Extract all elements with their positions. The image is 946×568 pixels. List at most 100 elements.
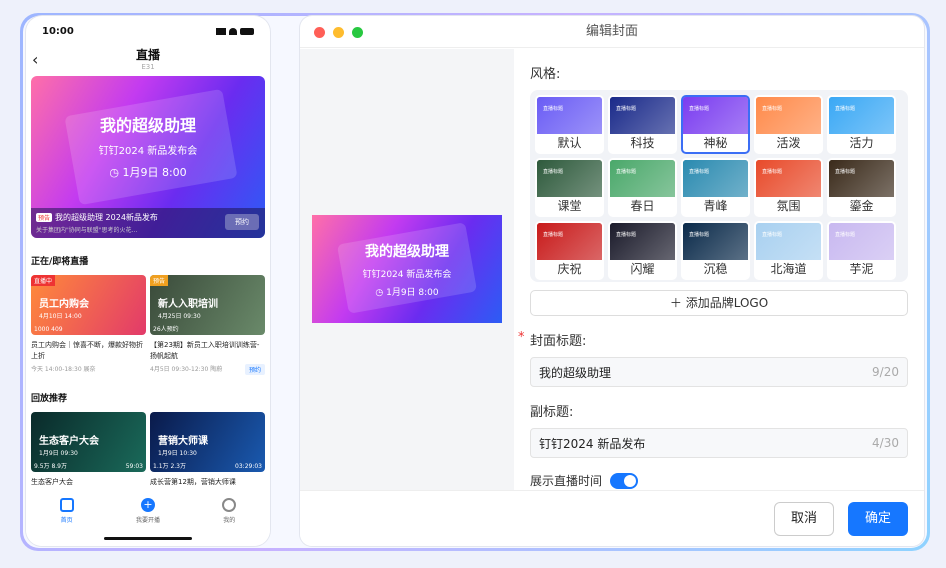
style-option[interactable]: 直播标题 春日: [608, 158, 677, 217]
style-thumbnail-text: 直播标题: [835, 106, 856, 112]
style-option[interactable]: 直播标题默认: [535, 95, 604, 154]
hero-banner[interactable]: 我的超级助理 钉钉2024 新品发布会 ◷ 1月9日 8:00 预告 我的超级助理…: [31, 76, 265, 238]
style-thumbnail: 直播标题: [537, 223, 602, 260]
minimize-icon[interactable]: [333, 27, 344, 38]
style-option[interactable]: 直播标题北海道: [754, 221, 823, 280]
style-option[interactable]: 直播标题 闪耀: [608, 221, 677, 280]
title-bar: 编辑封面: [300, 16, 924, 48]
status-bar: 10:00: [26, 16, 270, 46]
style-option[interactable]: 直播标题课堂: [535, 158, 604, 217]
subtitle-input[interactable]: 钉钉2024 新品发布 4/30: [530, 428, 908, 458]
preview-subtitle: 钉钉2024 新品发布会: [362, 270, 452, 280]
subtitle-count: 4/30: [872, 436, 899, 450]
home-indicator: [104, 537, 192, 540]
show-time-toggle[interactable]: [610, 472, 639, 489]
style-option[interactable]: 直播标题 活力: [827, 95, 896, 154]
style-name: 默认: [557, 136, 582, 150]
signal-icon: [216, 27, 226, 35]
tab-home[interactable]: 首页: [37, 498, 97, 546]
style-option[interactable]: 直播标题 鎏金: [827, 158, 896, 217]
cover-title-input[interactable]: 我的超级助理 9/20: [530, 357, 908, 387]
replay-item-duration: 59:03: [125, 463, 143, 470]
footer: 取消 确定: [300, 490, 924, 546]
style-thumbnail-text: 直播标题: [835, 232, 856, 238]
style-name: 科技: [630, 136, 655, 150]
style-name: 课堂: [557, 199, 582, 213]
style-option[interactable]: 直播标题 芋泥: [827, 221, 896, 280]
live-item[interactable]: 直播中 员工内购会 4月10日 14:00 1000 409 员工内购会｜惊喜不…: [31, 275, 146, 375]
style-thumbnail-text: 直播标题: [689, 169, 710, 175]
nav-bar: ‹ 直播 Ε31: [26, 46, 270, 76]
style-grid: 直播标题 默认 直播标题 科技 直播标题 神秘 直播标题 活泼 直播标题 活力 直播标题 课堂 直播标题…: [530, 90, 908, 282]
tv-icon: [59, 498, 74, 512]
tab-mine[interactable]: 我的: [199, 498, 259, 546]
style-name: 氛围: [776, 199, 801, 213]
status-icons: [216, 27, 254, 35]
replay-item-stats: 1.1万 2.3万: [153, 463, 186, 470]
replay-item-title: 生态客户大会: [39, 436, 99, 447]
style-thumbnail: 直播标题: [537, 97, 602, 134]
style-thumbnail-text: 直播标题: [543, 106, 564, 112]
close-icon[interactable]: [314, 27, 325, 38]
replay-item-title: 营销大师课: [158, 436, 208, 447]
live-badge: 直播中: [31, 275, 56, 286]
preview-time: ◷ 1月9日 8:00: [375, 288, 439, 298]
style-option[interactable]: 直播标题沉稳: [681, 221, 750, 280]
preview-pane: 我的超级助理 钉钉2024 新品发布会 ◷ 1月9日 8:00: [300, 49, 514, 490]
style-thumbnail-text: 直播标题: [689, 106, 710, 112]
hero-title: 我的超级助理: [99, 116, 196, 135]
replay-item-duration: 03:29:03: [235, 463, 262, 470]
style-thumbnail-text: 直播标题: [835, 169, 856, 175]
style-option[interactable]: 直播标题 科技: [608, 95, 677, 154]
style-name: 沉稳: [703, 262, 728, 276]
style-thumbnail-text: 直播标题: [762, 232, 783, 238]
cancel-button[interactable]: 取消: [774, 502, 834, 536]
maximize-icon[interactable]: [352, 27, 363, 38]
subtitle-label: 副标题:: [530, 405, 574, 420]
style-thumbnail-text: 直播标题: [689, 232, 710, 238]
user-icon: [222, 498, 237, 512]
style-thumbnail: 直播标题: [756, 97, 821, 134]
reserve-button[interactable]: 预约: [225, 214, 259, 230]
hero-subtitle: 钉钉2024 新品发布会: [98, 146, 198, 157]
style-option[interactable]: 直播标题 青峰: [681, 158, 750, 217]
replay-item[interactable]: 营销大师课 1月9日 10:30 1.1万 2.3万 03:29:03 成长营第…: [150, 412, 265, 488]
style-thumbnail-text: 直播标题: [543, 232, 564, 238]
style-thumbnail: 直播标题: [683, 160, 748, 197]
replay-item[interactable]: 生态客户大会 1月9日 09:30 9.5万 8.9万 59:03 生态客户大会: [31, 412, 146, 488]
live-item[interactable]: 预告 新人入职培训 4月25日 09:30 26人预约 【第23期】新员工入职培…: [150, 275, 265, 375]
live-item-desc: 【第23期】新员工入职培训训练营-扬帆起航: [150, 341, 260, 360]
preview-badge: 预告: [150, 275, 169, 286]
live-item-stats: 1000 409: [34, 326, 63, 333]
replay-item-date: 1月9日 09:30: [39, 450, 78, 457]
style-option[interactable]: 直播标题庆祝: [535, 221, 604, 280]
live-item-date: 4月10日 14:00: [39, 313, 82, 320]
style-option[interactable]: 直播标题 活泼: [754, 95, 823, 154]
plus-icon: +: [140, 498, 155, 512]
style-option[interactable]: 直播标题神秘: [681, 95, 750, 154]
window-title: 编辑封面: [585, 24, 638, 39]
replay-item-desc: 成长营第12期，营销大师课: [150, 478, 236, 486]
live-item-title: 员工内购会: [39, 299, 89, 310]
confirm-button[interactable]: 确定: [848, 502, 908, 536]
section-live-title: 正在/即将直播: [31, 257, 89, 267]
reserve-button[interactable]: 预约: [244, 364, 265, 375]
add-logo-button[interactable]: ＋ 添加品牌LOGO: [530, 290, 908, 316]
style-name: 庆祝: [557, 262, 582, 276]
style-thumbnail: 直播标题: [610, 160, 675, 197]
style-thumbnail-text: 直播标题: [543, 169, 564, 175]
show-time-label: 展示直播时间: [530, 474, 603, 488]
style-name: 神秘: [703, 136, 728, 150]
battery-icon: [240, 27, 254, 35]
back-icon[interactable]: ‹: [32, 50, 38, 69]
style-thumbnail-text: 直播标题: [616, 169, 637, 175]
live-item-meta: 4月5日 09:30-12:30 陶蔚: [150, 366, 223, 373]
cover-title-count: 9/20: [872, 365, 899, 379]
cover-preview: 我的超级助理 钉钉2024 新品发布会 ◷ 1月9日 8:00: [312, 215, 502, 323]
edit-cover-window: 编辑封面 我的超级助理 钉钉2024 新品发布会 ◷ 1月9日 8:00 风格:…: [300, 16, 924, 546]
page-subtitle: Ε31: [141, 63, 155, 71]
style-option[interactable]: 直播标题 氛围: [754, 158, 823, 217]
style-name: 北海道: [770, 262, 807, 276]
cover-title-label: * 封面标题:: [518, 330, 587, 349]
style-thumbnail: 直播标题: [683, 223, 748, 260]
